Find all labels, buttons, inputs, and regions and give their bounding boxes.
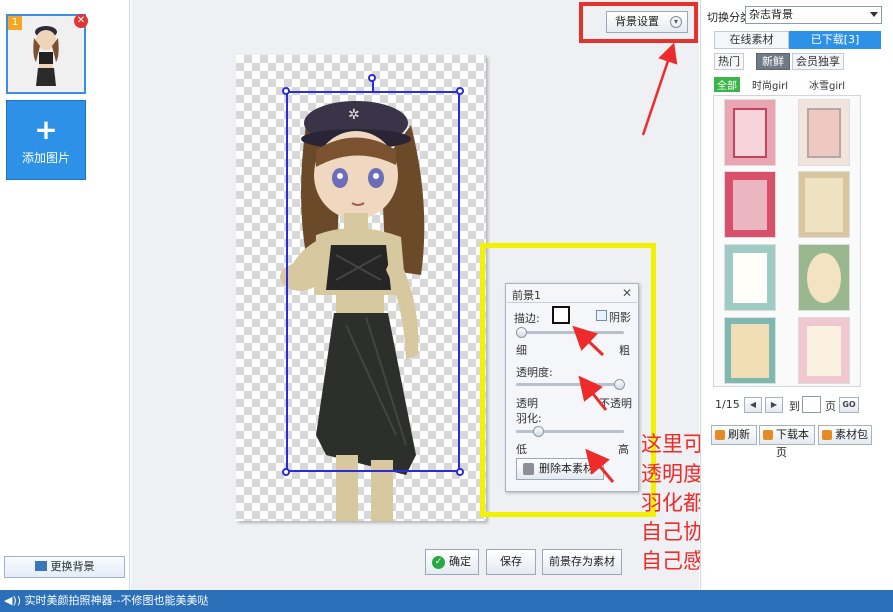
dropdown-arrow-icon xyxy=(870,12,878,17)
category-select[interactable]: 杂志背景 xyxy=(745,6,882,24)
page-number-input[interactable] xyxy=(802,396,821,413)
resize-handle-bottom-right[interactable] xyxy=(456,468,464,476)
tab-online-materials[interactable]: 在线素材 xyxy=(714,31,789,49)
status-text[interactable]: ◀)) 实时美颜拍照神器--不修图也能美美哒 xyxy=(4,594,208,607)
thumbnail-number-badge: 1 xyxy=(8,16,22,30)
refresh-label: 刷新 xyxy=(728,428,750,441)
highlight-frame-red xyxy=(579,2,698,43)
page-unit-label: 页 xyxy=(825,400,836,413)
confirm-label: 确定 xyxy=(449,555,471,568)
material-panel: 切换分类 杂志背景 在线素材 已下载[3] 热门 新鲜 会员独享 全部 时尚gi… xyxy=(700,0,893,590)
remove-thumbnail-icon[interactable]: ✕ xyxy=(74,14,88,28)
material-thumbnail[interactable] xyxy=(724,244,776,311)
divider xyxy=(507,302,637,303)
material-thumbnail[interactable] xyxy=(798,171,850,238)
foreground-properties-panel: 前景1 ✕ 描边: 阴影 细 粗 透明度: 透明 不透明 羽化: 低 高 删除本… xyxy=(505,283,639,492)
add-picture-button[interactable]: + 添加图片 xyxy=(6,100,86,180)
material-bag-button[interactable]: 素材包 xyxy=(818,425,872,445)
subtab-new[interactable]: 新鲜 xyxy=(756,53,790,70)
download-page-button[interactable]: 下载本页 xyxy=(759,425,815,459)
stroke-label: 描边: xyxy=(514,312,540,325)
image-thumbnail[interactable]: 1 xyxy=(6,14,86,94)
filter-fashion-girl[interactable]: 时尚girl xyxy=(752,77,788,92)
delete-material-button[interactable]: 删除本素材 xyxy=(516,458,604,480)
material-thumbnail[interactable] xyxy=(798,317,850,384)
refresh-button[interactable]: 刷新 xyxy=(711,425,757,445)
add-picture-label: 添加图片 xyxy=(21,151,70,165)
material-bag-label: 素材包 xyxy=(835,428,868,441)
filter-ice-girl[interactable]: 冰雪girl xyxy=(809,77,845,92)
filter-all[interactable]: 全部 xyxy=(714,77,740,92)
feather-slider-knob[interactable] xyxy=(532,426,544,437)
opacity-slider[interactable] xyxy=(516,383,624,386)
material-thumbnail[interactable] xyxy=(724,99,776,166)
shadow-label: 阴影 xyxy=(609,311,631,324)
feather-label: 羽化: xyxy=(516,412,542,425)
transparent-label: 透明 xyxy=(516,397,538,410)
opaque-label: 不透明 xyxy=(599,397,632,410)
refresh-icon xyxy=(715,430,725,440)
thick-label: 粗 xyxy=(619,344,630,357)
low-label: 低 xyxy=(516,443,527,456)
download-icon xyxy=(763,430,773,440)
annotation-line-2: 透明度 xyxy=(641,462,704,486)
change-background-label: 更换背景 xyxy=(50,560,95,573)
change-background-button[interactable]: 更换背景 xyxy=(4,556,125,578)
goto-label: 到 xyxy=(789,400,800,413)
save-button[interactable]: 保存 xyxy=(486,549,536,575)
material-grid xyxy=(713,95,861,387)
tab-downloaded[interactable]: 已下载[3] xyxy=(789,31,881,49)
subtab-vip[interactable]: 会员独享 xyxy=(792,53,844,70)
canvas-area: ✲ 背景设置 ▾ 前景1 ✕ 描边: 阴影 细 粗 透明度: 透明 不透明 羽化… xyxy=(131,0,809,590)
save-foreground-as-material-button[interactable]: 前景存为素材 xyxy=(542,549,622,575)
panel-title: 前景1 xyxy=(512,289,541,302)
arrow-to-settings xyxy=(641,42,678,136)
resize-handle-bottom-left[interactable] xyxy=(282,468,290,476)
selection-frame[interactable] xyxy=(286,91,460,472)
image-icon xyxy=(34,561,47,571)
download-page-label: 下载本页 xyxy=(776,428,809,459)
left-panel: 1 ✕ + 添加图片 更换背景 xyxy=(0,0,130,590)
subtab-hot[interactable]: 热门 xyxy=(714,53,744,70)
stroke-slider[interactable] xyxy=(516,331,624,334)
thin-label: 细 xyxy=(516,344,527,357)
material-thumbnail[interactable] xyxy=(798,99,850,166)
bag-icon xyxy=(822,430,832,440)
high-label: 高 xyxy=(618,443,629,456)
status-bar: ◀)) 实时美颜拍照神器--不修图也能美美哒 xyxy=(0,590,893,612)
opacity-slider-knob[interactable] xyxy=(613,379,625,390)
opacity-label: 透明度: xyxy=(516,366,553,379)
resize-handle-top-right[interactable] xyxy=(456,87,464,95)
trash-icon xyxy=(523,463,534,475)
plus-icon: + xyxy=(34,113,58,146)
material-thumbnail[interactable] xyxy=(724,171,776,238)
stroke-slider-knob[interactable] xyxy=(516,327,528,338)
delete-material-label: 删除本素材 xyxy=(539,462,594,475)
check-icon: ✓ xyxy=(432,556,445,569)
page-indicator: 1/15 xyxy=(715,398,740,411)
stroke-color-swatch[interactable] xyxy=(552,306,570,324)
shadow-checkbox[interactable] xyxy=(596,310,607,321)
rotate-handle[interactable] xyxy=(368,74,376,82)
next-page-icon[interactable]: ▶ xyxy=(765,397,783,413)
material-thumbnail[interactable] xyxy=(798,244,850,311)
prev-page-icon[interactable]: ◀ xyxy=(744,397,762,413)
resize-handle-top-left[interactable] xyxy=(282,87,290,95)
go-button[interactable]: GO xyxy=(839,397,859,413)
confirm-button[interactable]: ✓ 确定 xyxy=(425,549,479,575)
close-icon[interactable]: ✕ xyxy=(622,286,632,300)
category-value: 杂志背景 xyxy=(749,8,793,21)
material-thumbnail[interactable] xyxy=(724,317,776,384)
